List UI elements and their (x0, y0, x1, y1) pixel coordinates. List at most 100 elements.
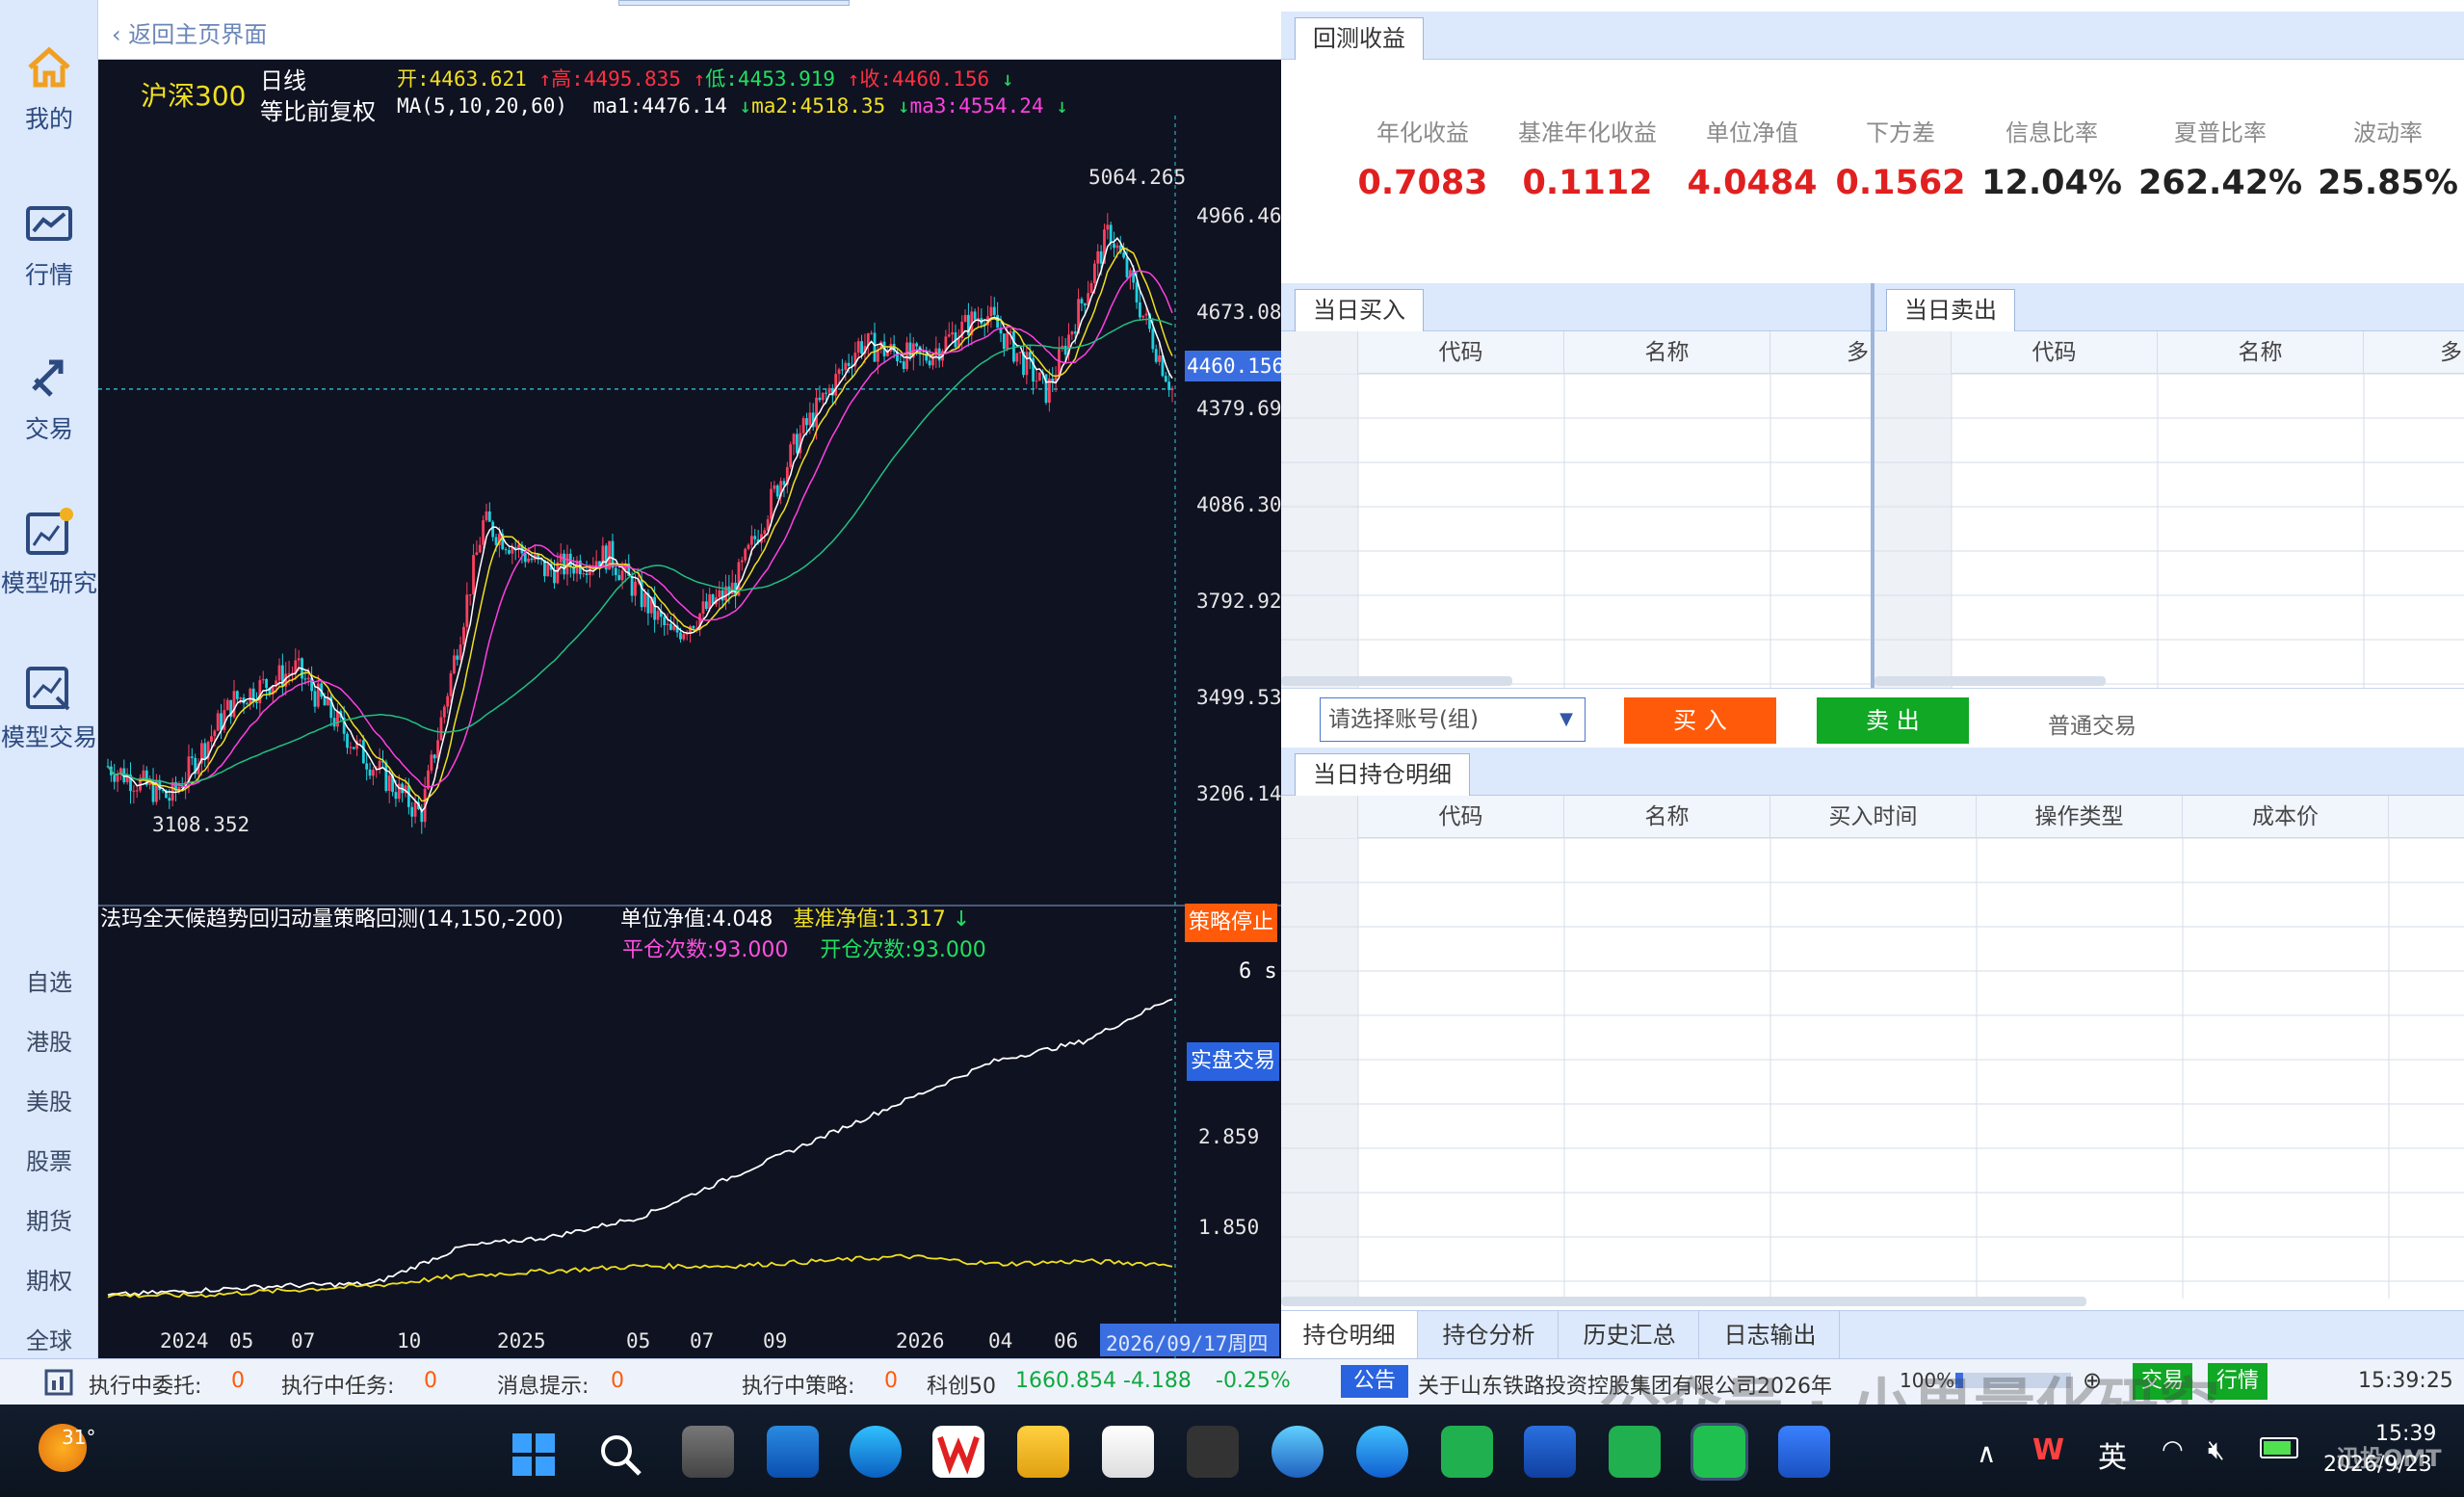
wps-icon[interactable] (932, 1426, 984, 1478)
search-icon[interactable] (597, 1431, 643, 1478)
nav-item-model-trade[interactable]: 模型交易 (0, 659, 98, 753)
message-app-icon[interactable] (1609, 1426, 1661, 1478)
trade-mode-label[interactable]: 普通交易 (2048, 707, 2136, 740)
col-code[interactable]: 代码 (1952, 331, 2158, 374)
windows-start-icon[interactable] (511, 1431, 557, 1478)
col-buy-time[interactable]: 买入时间 (1770, 796, 1977, 838)
row-number-column (1874, 374, 1952, 688)
model-trade-icon (26, 667, 70, 711)
col-more[interactable]: 多 (2364, 331, 2464, 374)
metric-value: 0.7083 (1357, 164, 1488, 202)
file-explorer-icon[interactable] (1017, 1426, 1069, 1478)
col-code[interactable]: 代码 (1358, 331, 1564, 374)
metric-label: 单位净值 (1706, 119, 1798, 146)
edge-ai-icon[interactable] (1356, 1426, 1408, 1478)
nav-item-trade[interactable]: 交易 (0, 351, 98, 445)
exec-tasks-value[interactable]: 0 (424, 1369, 437, 1393)
nav-sub-futures[interactable]: 期货 (0, 1202, 98, 1236)
tab-backtest[interactable]: 回测收益 (1295, 17, 1424, 60)
candle-body (1028, 352, 1032, 358)
candle-body (1083, 302, 1087, 306)
ms-store-icon[interactable] (1102, 1426, 1154, 1478)
wechat-icon[interactable] (1691, 1423, 1748, 1481)
nav-item-market[interactable]: 行情 (0, 197, 98, 291)
nav-item-mine[interactable]: 我的 (0, 40, 98, 135)
index-name[interactable]: 科创50 (927, 1369, 996, 1400)
tray-chevron-icon[interactable]: ∧ (1977, 1437, 1997, 1469)
tab-history-summary[interactable]: 历史汇总 (1560, 1311, 1699, 1359)
period-label[interactable]: 日线 (260, 62, 306, 95)
tab-log-output[interactable]: 日志输出 (1701, 1311, 1840, 1359)
unit-nav-label: 单位净值: (620, 907, 713, 932)
nav-sub-global[interactable]: 全球 (0, 1322, 98, 1355)
nav-item-model-research[interactable]: 模型研究 (0, 505, 98, 599)
volume-muted-icon[interactable]: 🔇︎ (2208, 1433, 2225, 1466)
wifi-icon[interactable]: ◠ (2162, 1435, 2184, 1464)
candle-body (617, 575, 621, 581)
candle-body (821, 392, 825, 401)
network-tool-icon[interactable] (1271, 1426, 1324, 1478)
buy-button[interactable]: 买 入 (1624, 697, 1776, 744)
candle-body (1096, 250, 1100, 264)
sell-scrollbar[interactable] (1874, 676, 2106, 686)
col-name[interactable]: 名称 (1564, 796, 1770, 838)
candle-body (908, 342, 912, 358)
kline-chart[interactable] (98, 116, 1281, 1358)
back-to-home-link[interactable]: ‹ 返回主页界面 (112, 15, 267, 49)
candle-body (1106, 224, 1110, 230)
col-name[interactable]: 名称 (2158, 331, 2364, 374)
metric-label: 波动率 (2353, 119, 2423, 146)
account-select[interactable]: 请选择账号(组) ▼ (1320, 697, 1586, 742)
candle-body (365, 763, 369, 770)
candle-body (899, 360, 903, 362)
weather-temp[interactable]: 31° (62, 1426, 95, 1449)
ime-indicator[interactable]: 英 (2098, 1433, 2127, 1476)
edge-browser-icon[interactable] (850, 1426, 902, 1478)
candle-body (472, 555, 475, 594)
col-more[interactable]: 多 (1770, 331, 1871, 374)
tab-holdings-analysis[interactable]: 持仓分析 (1420, 1311, 1559, 1359)
tab-positions-detail[interactable]: 当日持仓明细 (1295, 753, 1470, 796)
msg-value[interactable]: 0 (611, 1369, 624, 1393)
candle-body (287, 672, 291, 674)
nav-sub-stocks[interactable]: 股票 (0, 1142, 98, 1176)
sell-button[interactable]: 卖 出 (1817, 697, 1969, 744)
task-view-icon[interactable] (682, 1426, 734, 1478)
col-cost-price[interactable]: 成本价 (2183, 796, 2389, 838)
qmt-app-icon[interactable] (1524, 1426, 1576, 1478)
buy-scrollbar[interactable] (1281, 676, 1512, 686)
candle-body (203, 743, 207, 760)
candle-body (1089, 282, 1093, 294)
ptrade-app-icon[interactable] (1778, 1426, 1830, 1478)
nav-sub-watchlist[interactable]: 自选 (0, 963, 98, 997)
nav-sub-options[interactable]: 期权 (0, 1262, 98, 1296)
symbol-name[interactable]: 沪深300 (141, 75, 246, 114)
outlook-icon[interactable] (767, 1426, 819, 1478)
exec-strategy-value[interactable]: 0 (884, 1369, 898, 1393)
battery-icon[interactable] (2260, 1437, 2298, 1458)
live-trade-button[interactable]: 实盘交易 (1187, 1042, 1279, 1081)
tab-today-buy[interactable]: 当日买入 (1295, 289, 1424, 331)
positions-scrollbar[interactable] (1281, 1297, 2086, 1306)
exec-orders-value[interactable]: 0 (231, 1369, 245, 1393)
nav-sub-us[interactable]: 美股 (0, 1083, 98, 1116)
chat-app-icon[interactable] (1441, 1426, 1493, 1478)
notice-badge[interactable]: 公告 (1341, 1365, 1408, 1398)
nav-item-label: 我的 (24, 105, 73, 133)
col-code[interactable]: 代码 (1358, 796, 1564, 838)
candle-body (1099, 250, 1103, 264)
candle-body (666, 623, 669, 626)
col-op-type[interactable]: 操作类型 (1977, 796, 2183, 838)
col-name[interactable]: 名称 (1564, 331, 1770, 374)
nav-sub-hk[interactable]: 港股 (0, 1023, 98, 1057)
close-count-value: 93.000 (714, 938, 789, 962)
tab-today-sell[interactable]: 当日卖出 (1886, 289, 2015, 331)
unity-app-icon[interactable] (1187, 1426, 1239, 1478)
tray-wps-icon[interactable]: W (2032, 1433, 2064, 1467)
strategy-stop-button[interactable]: 策略停止 (1185, 904, 1277, 942)
status-chart-icon[interactable] (44, 1369, 73, 1396)
tab-holdings[interactable]: 持仓明细 (1281, 1311, 1418, 1359)
candle-body (394, 792, 398, 800)
down-arrow-icon: ↓ (1056, 94, 1068, 118)
metric-label: 信息比率 (2005, 119, 2098, 146)
